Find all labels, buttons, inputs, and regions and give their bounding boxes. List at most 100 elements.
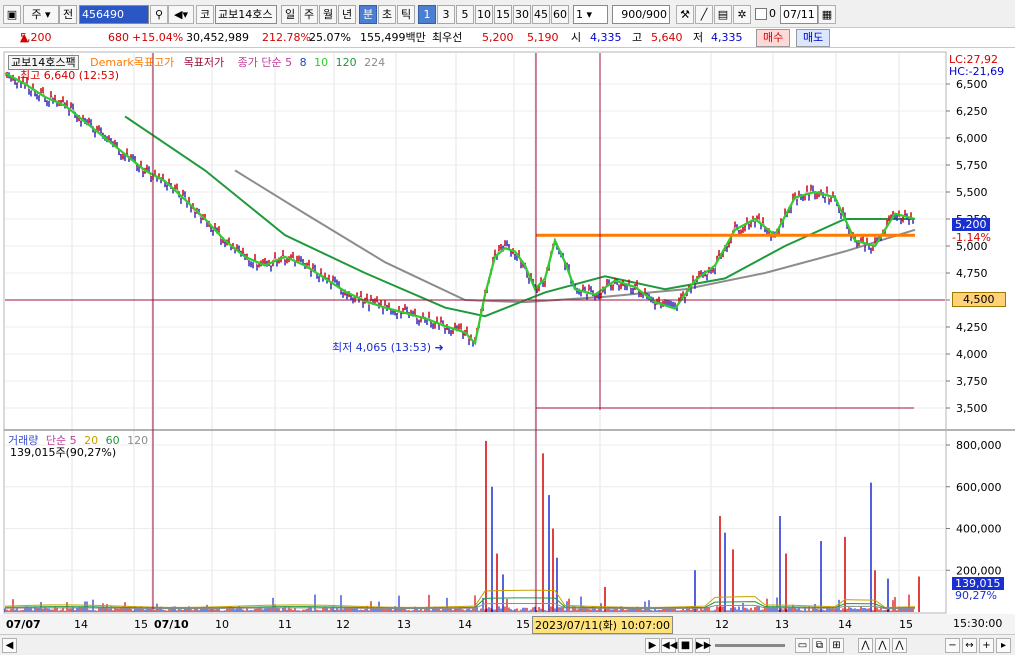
speaker-icon[interactable]: ◀▾ <box>168 5 194 24</box>
scale-2-icon[interactable]: ⋀ <box>875 638 890 653</box>
price-tick-label-3: 5,750 <box>956 159 988 172</box>
period-week[interactable]: 주 <box>300 5 318 24</box>
price-tick-label-12: 3,500 <box>956 402 988 415</box>
interval-15-label: 15 <box>496 8 510 21</box>
layout-icon[interactable]: ▣ <box>3 5 21 24</box>
period-month[interactable]: 월 <box>319 5 337 24</box>
marker-price-tag: 4,500 <box>952 292 1006 307</box>
date-input[interactable]: 07/11 <box>780 5 818 24</box>
checkbox[interactable] <box>755 8 767 20</box>
scroll-end-icon[interactable]: ▸ <box>996 638 1011 653</box>
price-tick-label-11: 3,750 <box>956 375 988 388</box>
toolbar: ▣ 주 ▾ 전 456490 ⚲ ◀▾ 코 교보14호스 일 주 월 년 분 초… <box>0 0 1015 28</box>
legend-demark-low[interactable]: 목표저가 <box>184 56 224 69</box>
high-value: 5,640 <box>651 31 683 44</box>
period-year-label: 년 <box>341 8 353 21</box>
interval-1-label: 1 <box>423 8 431 21</box>
sell-button[interactable]: 매도 <box>796 29 831 47</box>
time-label-8: 14 <box>458 618 472 631</box>
price-tick-label-9: 4,250 <box>956 321 988 334</box>
stock-code-input[interactable]: 456490 <box>79 5 149 24</box>
zoom-slider[interactable] <box>715 644 785 647</box>
copy-icon[interactable]: ⧉ <box>812 638 827 653</box>
fast-forward-icon[interactable]: ▶▶ <box>695 638 711 653</box>
tools-icon[interactable]: ⚒ <box>676 5 694 24</box>
price-volume-chart[interactable]: 6,5006,2506,0005,7505,5005,2505,0004,750… <box>0 48 1015 634</box>
draw-icon[interactable]: ╱ <box>695 5 713 24</box>
low-value: 4,335 <box>711 31 743 44</box>
period-second[interactable]: 초 <box>378 5 396 24</box>
period-year[interactable]: 년 <box>338 5 356 24</box>
stock-name-field[interactable]: 교보14호스 <box>215 5 277 24</box>
legend-ma-label[interactable]: 종가 단순 <box>238 56 282 69</box>
calendar-icon[interactable]: ▦ <box>818 5 836 24</box>
volume-tag-pct: 90,27% <box>955 589 997 602</box>
compare-button[interactable]: 전 <box>59 5 77 24</box>
settings-icon[interactable]: ✲ <box>733 5 751 24</box>
checkbox-label: 0 <box>769 7 776 20</box>
period-type-select[interactable]: 주 ▾ <box>23 5 59 24</box>
legend-ma10[interactable]: 10 <box>314 56 328 69</box>
stock-code-value: 456490 <box>82 8 124 21</box>
legend-vol-ma120[interactable]: 120 <box>127 434 148 447</box>
time-label-13: 15 <box>899 618 913 631</box>
save-icon[interactable]: ▤ <box>714 5 732 24</box>
current-price-tag: 5,200 <box>952 218 990 231</box>
count-input[interactable]: 900/900 <box>612 5 670 24</box>
period-day-label: 일 <box>284 8 296 21</box>
window-icon[interactable]: ▭ <box>795 638 810 653</box>
interval-45-label: 45 <box>534 8 548 21</box>
price-change: 680 <box>108 31 129 44</box>
interval-60[interactable]: 60 <box>551 5 569 24</box>
date-value: 07/11 <box>783 8 815 21</box>
interval-15[interactable]: 15 <box>494 5 512 24</box>
search-icon[interactable]: ⚲ <box>150 5 168 24</box>
volume-current: 139,015주(90,27%) <box>10 446 117 459</box>
interval-10[interactable]: 10 <box>475 5 493 24</box>
trade-amount: 155,499백만 <box>360 31 426 44</box>
legend-ma5[interactable]: 5 <box>285 56 292 69</box>
volume-tick-label-2: 400,000 <box>956 523 1002 536</box>
zoom-in-icon[interactable]: + <box>979 638 994 653</box>
scroll-bar: ◀ ▶ ◀◀ ■ ▶▶ ▭ ⧉ ⊞ ⋀ ⋀ ⋀ − ↔ + ▸ <box>0 634 1015 655</box>
interval-input[interactable]: 1 ▾ <box>573 5 608 24</box>
period-minute[interactable]: 분 <box>359 5 377 24</box>
interval-30[interactable]: 30 <box>513 5 531 24</box>
legend-ma224[interactable]: 224 <box>364 56 385 69</box>
min-price-label: 최저 4,065 (13:53) ➜ <box>332 341 444 354</box>
stop-icon[interactable]: ■ <box>678 638 693 653</box>
scroll-left-icon[interactable]: ◀ <box>2 638 17 653</box>
volume-tick-label-0: 800,000 <box>956 439 1002 452</box>
scroll-right-icon[interactable]: ▶ <box>645 638 660 653</box>
time-label-1: 14 <box>74 618 88 631</box>
split-icon[interactable]: ⊞ <box>829 638 844 653</box>
period-tick[interactable]: 틱 <box>397 5 415 24</box>
time-label-5: 11 <box>278 618 292 631</box>
max-price-label: 최고 6,640 (12:53) <box>20 69 120 82</box>
legend-ma120[interactable]: 120 <box>336 56 357 69</box>
market-icon[interactable]: 코 <box>196 5 214 24</box>
best-bid: 5,190 <box>527 31 559 44</box>
buy-button[interactable]: 매수 <box>756 29 791 47</box>
stock-name: 교보14호스 <box>218 8 273 21</box>
zoom-reset-icon[interactable]: ↔ <box>962 638 977 653</box>
time-label-4: 10 <box>215 618 229 631</box>
period-week-label: 주 <box>303 8 315 21</box>
time-label-11: 13 <box>775 618 789 631</box>
interval-1[interactable]: 1 <box>418 5 436 24</box>
best-ask: 5,200 <box>482 31 514 44</box>
legend-ma8[interactable]: 8 <box>300 56 307 69</box>
scale-icon[interactable]: ⋀ <box>858 638 873 653</box>
time-label-10: 12 <box>715 618 729 631</box>
interval-45[interactable]: 45 <box>532 5 550 24</box>
crosshair-time-label: 2023/07/11(화) 10:07:00 <box>532 616 674 634</box>
current-price-pct: -1.14% <box>952 231 991 244</box>
zoom-out-icon[interactable]: − <box>945 638 960 653</box>
scale-3-icon[interactable]: ⋀ <box>892 638 907 653</box>
interval-3[interactable]: 3 <box>437 5 455 24</box>
period-day[interactable]: 일 <box>281 5 299 24</box>
interval-5[interactable]: 5 <box>456 5 474 24</box>
time-label-6: 12 <box>336 618 350 631</box>
low-label: 저 <box>693 31 704 44</box>
rewind-icon[interactable]: ◀◀ <box>661 638 677 653</box>
